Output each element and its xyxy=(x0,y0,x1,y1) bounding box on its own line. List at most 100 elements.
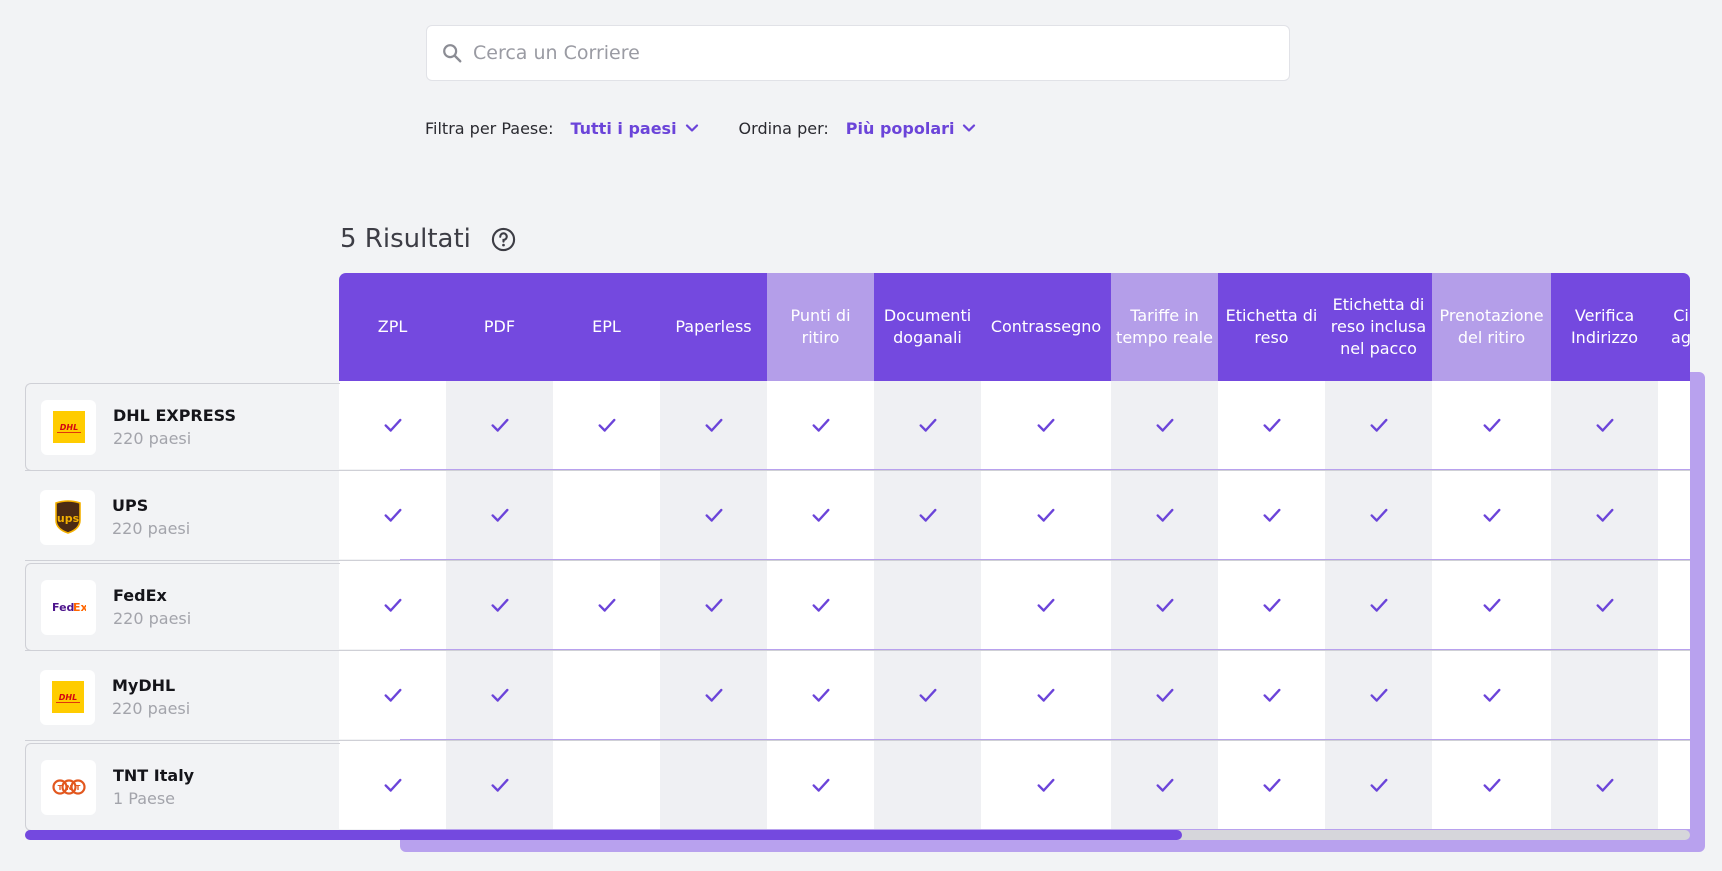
help-icon[interactable] xyxy=(491,227,516,252)
check-icon xyxy=(383,598,402,612)
check-icon xyxy=(811,598,830,612)
feature-cell xyxy=(1218,561,1325,649)
check-icon xyxy=(1037,778,1055,792)
dhl-logo: DHL xyxy=(51,681,84,713)
feature-cell xyxy=(339,381,446,469)
carrier-item[interactable]: Fed Ex FedEx 220 paesi xyxy=(25,563,340,651)
results-heading: 5 Risultati xyxy=(340,224,516,254)
check-icon xyxy=(1369,418,1388,432)
dhl-logo: DHL xyxy=(52,411,85,443)
check-icon xyxy=(811,508,830,522)
feature-cell xyxy=(660,471,767,559)
check-icon xyxy=(1262,778,1281,792)
carrier-item[interactable]: ups UPS 220 paesi xyxy=(25,473,340,561)
carrier-country-count: 220 paesi xyxy=(113,429,192,448)
carrier-info: TNT Italy 1 Paese xyxy=(113,766,194,808)
feature-cell xyxy=(1658,561,1690,649)
check-icon xyxy=(597,598,616,612)
tnt-logo: TNT xyxy=(51,779,86,795)
results-count: 5 Risultati xyxy=(340,224,471,254)
check-icon xyxy=(1369,598,1388,612)
svg-text:N: N xyxy=(66,784,72,792)
feature-cell xyxy=(553,741,660,829)
column-header: Etichetta di reso xyxy=(1225,306,1318,347)
check-icon xyxy=(1482,778,1501,792)
search-input[interactable] xyxy=(473,42,1253,64)
scrollbar-thumb[interactable] xyxy=(25,830,1182,840)
carrier-search[interactable] xyxy=(426,25,1290,81)
check-icon xyxy=(811,688,830,702)
feature-cell xyxy=(660,381,767,469)
svg-text:Fed: Fed xyxy=(52,601,74,614)
carrier-logo: TNT xyxy=(41,759,96,815)
sort-dropdown[interactable]: Più popolari xyxy=(846,119,977,138)
check-icon xyxy=(918,418,937,432)
feature-cell xyxy=(446,381,553,469)
feature-cell xyxy=(1432,651,1551,739)
feature-cell xyxy=(1111,651,1218,739)
carrier-info: FedEx 220 paesi xyxy=(113,586,191,628)
check-icon xyxy=(490,688,509,702)
check-icon xyxy=(1155,418,1174,432)
column-header: Tariffe in tempo reale xyxy=(1111,273,1218,381)
svg-text:DHL: DHL xyxy=(59,423,77,432)
feature-cell xyxy=(1218,381,1325,469)
check-icon xyxy=(383,508,402,522)
check-icon xyxy=(811,778,830,792)
feature-cell xyxy=(1111,561,1218,649)
check-icon xyxy=(1037,688,1055,702)
check-icon xyxy=(490,418,509,432)
feature-cell xyxy=(1111,471,1218,559)
carrier-country-count: 220 paesi xyxy=(112,519,191,538)
check-icon xyxy=(1482,508,1501,522)
column-header: Paperless xyxy=(675,317,752,336)
carrier-item[interactable]: DHL MyDHL 220 paesi xyxy=(25,653,340,741)
column-header: ZPL xyxy=(377,317,408,336)
carrier-name: FedEx xyxy=(113,586,167,605)
feature-cell xyxy=(1432,471,1551,559)
check-icon xyxy=(1595,508,1614,522)
check-icon xyxy=(1155,598,1174,612)
check-icon xyxy=(1595,778,1614,792)
check-icon xyxy=(597,418,616,432)
feature-cell xyxy=(1551,651,1658,739)
fedex-logo: FedEx xyxy=(52,601,86,614)
country-filter-value: Tutti i paesi xyxy=(570,118,677,138)
carrier-logo: DHL xyxy=(41,399,96,455)
carrier-name: UPS xyxy=(112,496,149,515)
country-filter-dropdown[interactable]: Tutti i paesi xyxy=(570,119,698,138)
feature-cell xyxy=(1325,471,1432,559)
table-row xyxy=(339,381,1690,469)
feature-cell xyxy=(339,741,446,829)
feature-cell xyxy=(874,561,981,649)
feature-cell xyxy=(446,651,553,739)
carrier-info: DHL EXPRESS 220 paesi xyxy=(113,406,236,448)
feature-cell xyxy=(1325,561,1432,649)
feature-cell xyxy=(767,561,874,649)
check-icon xyxy=(1482,598,1501,612)
feature-cell xyxy=(339,651,446,739)
svg-text:DHL: DHL xyxy=(58,693,76,702)
column-header: PDF xyxy=(483,317,516,336)
sort-label: Ordina per: xyxy=(738,118,829,138)
feature-cell xyxy=(1551,741,1658,829)
check-icon xyxy=(1369,778,1388,792)
check-icon xyxy=(1595,418,1614,432)
column-header: Etichetta di reso inclusa nel pacco xyxy=(1330,295,1427,358)
check-icon xyxy=(1155,778,1174,792)
feature-cell xyxy=(339,471,446,559)
feature-cell xyxy=(1432,561,1551,649)
feature-cell xyxy=(1111,381,1218,469)
feature-cell xyxy=(1218,651,1325,739)
check-icon xyxy=(1037,598,1055,612)
svg-text:T: T xyxy=(75,784,80,792)
country-filter-label: Filtra per Paese: xyxy=(425,118,554,138)
carrier-item[interactable]: T N T TNT Italy 1 Paese xyxy=(25,743,340,831)
carrier-item[interactable]: DHL DHL EXPRESS 220 paesi xyxy=(25,383,340,471)
feature-cell xyxy=(553,561,660,649)
check-icon xyxy=(1369,688,1388,702)
check-icon xyxy=(1262,508,1281,522)
carrier-info: MyDHL 220 paesi xyxy=(112,676,190,718)
horizontal-scrollbar[interactable] xyxy=(25,830,1690,840)
svg-text:T: T xyxy=(57,784,62,792)
